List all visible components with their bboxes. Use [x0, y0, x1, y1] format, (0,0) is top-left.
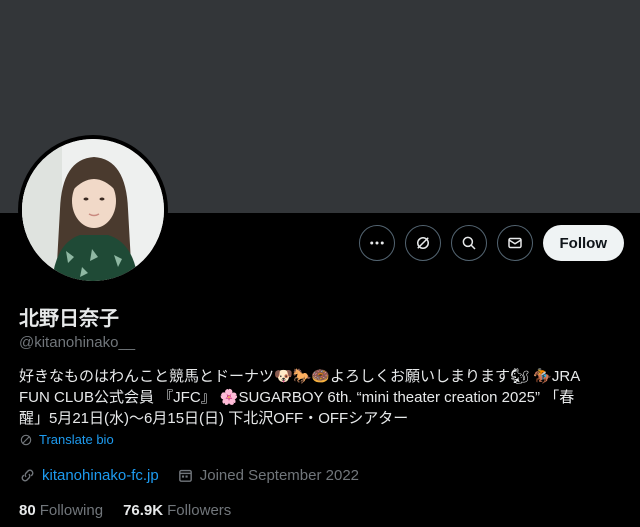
follow-button[interactable]: Follow — [542, 225, 624, 261]
calendar-icon — [178, 469, 192, 482]
more-icon — [369, 241, 384, 245]
followers-count: 76.9K — [123, 502, 164, 519]
following-stat[interactable]: 80 Following — [19, 502, 103, 519]
more-button[interactable] — [358, 225, 395, 261]
avatar-container[interactable] — [18, 135, 168, 285]
website-item[interactable]: kitanohinako-fc.jp — [19, 467, 159, 484]
translate-bio-label[interactable]: Translate bio — [39, 432, 114, 447]
profile-meta: kitanohinako-fc.jp Joined September 2022 — [19, 467, 359, 484]
profile-bio: 好きなものはわんこと競馬とドーナツ🐶🐎🍩よろしくお願いしまります🐿 🏇JRA F… — [19, 366, 624, 429]
translate-bio-link[interactable]: Translate bio — [19, 432, 114, 447]
followers-stat[interactable]: 76.9K Followers — [123, 502, 231, 519]
grok-button[interactable] — [404, 225, 441, 261]
avatar[interactable] — [22, 139, 164, 281]
profile-actions: Follow — [358, 225, 624, 261]
mail-icon — [507, 237, 522, 249]
search-icon — [462, 236, 476, 250]
website-link[interactable]: kitanohinako-fc.jp — [42, 467, 159, 484]
following-count: 80 — [19, 502, 36, 519]
translate-icon — [20, 434, 32, 445]
joined-item: Joined September 2022 — [177, 467, 359, 484]
bio-line: FUN CLUB公式会員 『JFC』 🌸SUGARBOY 6th. “mini … — [19, 389, 575, 406]
bio-line: 好きなものはわんこと競馬とドーナツ🐶🐎🍩よろしくお願いしまります🐿 🏇JRA — [19, 368, 581, 385]
search-button[interactable] — [450, 225, 487, 261]
profile-handle: @kitanohinako__ — [19, 334, 136, 351]
profile-name: 北野日奈子 — [19, 308, 119, 330]
joined-date: Joined September 2022 — [199, 467, 360, 484]
link-icon — [21, 469, 34, 482]
grok-icon — [416, 237, 429, 249]
profile-stats: 80 Following 76.9K Followers — [19, 502, 231, 519]
bio-line: 醒」5月21日(水)〜6月15日(日) 下北沢OFF・OFFシアター — [19, 410, 409, 427]
following-label: Following — [39, 502, 104, 519]
message-button[interactable] — [496, 225, 533, 261]
followers-label: Followers — [167, 502, 232, 519]
